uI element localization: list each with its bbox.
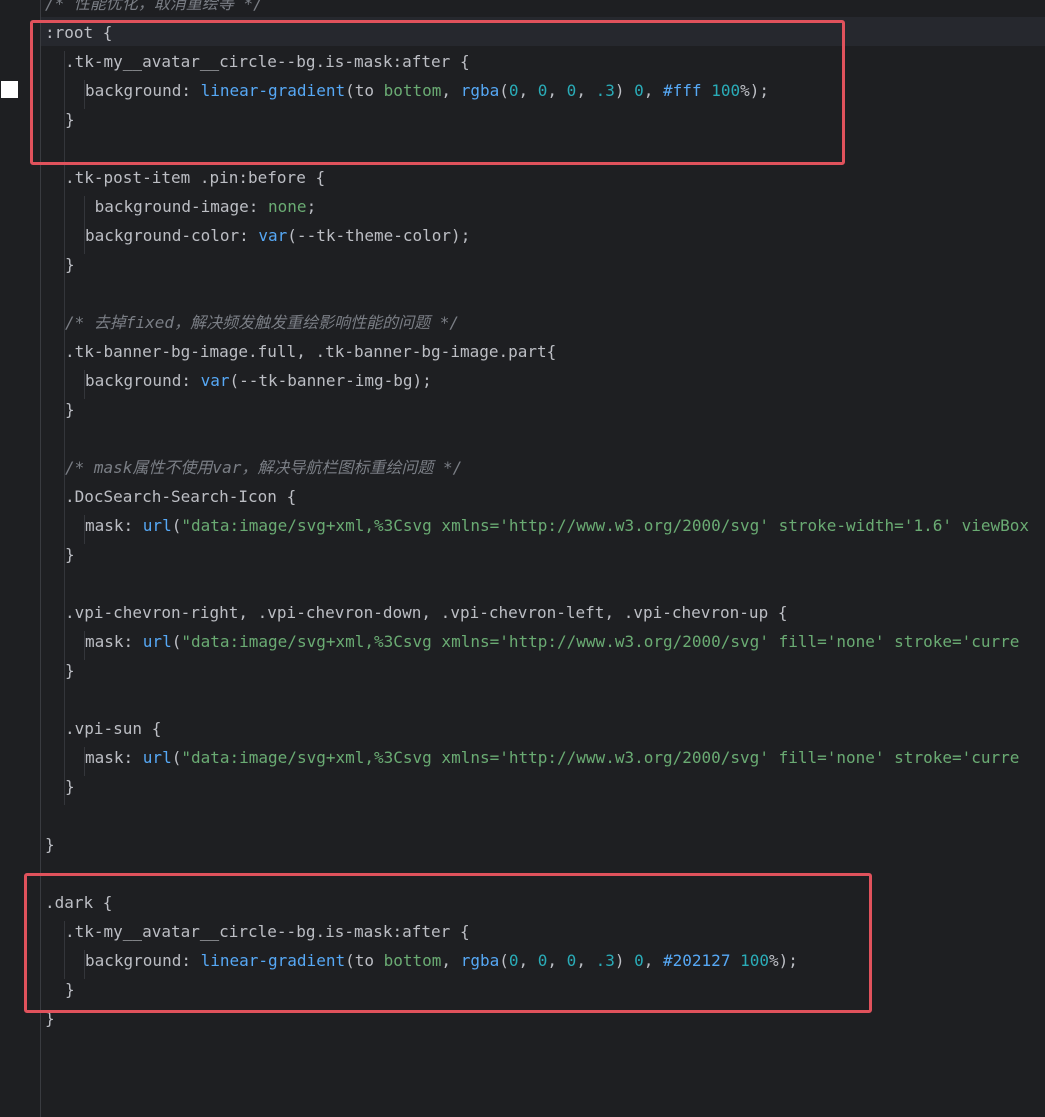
code-token: background-color: xyxy=(85,226,259,245)
code-token: { xyxy=(777,603,788,622)
code-token: .vpi-sun xyxy=(65,719,152,738)
code-token: } xyxy=(65,400,75,419)
code-token: mask: xyxy=(85,632,143,651)
code-line[interactable]: } xyxy=(65,656,75,685)
code-line[interactable]: /* 性能优化，取消重绘等 */ xyxy=(45,0,263,18)
code-token: { xyxy=(315,168,326,187)
code-line[interactable]: /* 去掉fixed，解决频发触发重绘影响性能的问题 */ xyxy=(65,308,459,337)
code-line[interactable]: mask: url("data:image/svg+xml,%3Csvg xml… xyxy=(85,511,1029,540)
highlight-box-dark xyxy=(24,873,872,1013)
code-token: url xyxy=(142,516,172,535)
code-token: var xyxy=(258,226,288,245)
code-token: ( xyxy=(171,516,182,535)
code-line[interactable]: background: var(--tk-banner-img-bg); xyxy=(85,366,432,395)
code-token: } xyxy=(65,255,75,274)
code-line[interactable]: } xyxy=(65,772,75,801)
code-token: var xyxy=(200,371,230,390)
code-token: url xyxy=(142,748,172,767)
code-line[interactable]: mask: url("data:image/svg+xml,%3Csvg xml… xyxy=(85,743,1019,772)
code-token: url xyxy=(142,632,172,651)
code-token: .tk-post-item .pin:before xyxy=(65,168,316,187)
code-line[interactable]: .tk-post-item .pin:before { xyxy=(65,163,325,192)
breakpoint-marker[interactable] xyxy=(1,81,18,98)
code-token: } xyxy=(45,835,55,854)
code-token: .vpi-chevron-right, .vpi-chevron-down, .… xyxy=(65,603,778,622)
code-token: mask: xyxy=(85,748,143,767)
code-token: /* 去掉fixed，解决频发触发重绘影响性能的问题 */ xyxy=(65,313,459,332)
code-line[interactable]: background-image: none; xyxy=(85,192,317,221)
code-line[interactable]: } xyxy=(45,830,55,859)
code-line[interactable]: /* mask属性不使用var，解决导航栏图标重绘问题 */ xyxy=(65,453,462,482)
code-line[interactable]: } xyxy=(65,250,75,279)
code-line[interactable]: .tk-banner-bg-image.full, .tk-banner-bg-… xyxy=(65,337,556,366)
code-token: { xyxy=(151,719,162,738)
code-token: (--tk-banner-img-bg); xyxy=(229,371,432,390)
code-token: ( xyxy=(171,632,182,651)
code-token: } xyxy=(65,545,75,564)
code-line[interactable]: .vpi-sun { xyxy=(65,714,161,743)
code-line[interactable]: } xyxy=(65,540,75,569)
code-token: "data:image/svg+xml,%3Csvg xmlns='http:/… xyxy=(181,632,1020,651)
code-token: "data:image/svg+xml,%3Csvg xmlns='http:/… xyxy=(181,748,1020,767)
code-token: .DocSearch-Search-Icon xyxy=(65,487,287,506)
code-token: .tk-banner-bg-image.full, .tk-banner-bg-… xyxy=(65,342,547,361)
code-token: } xyxy=(65,777,75,796)
code-token: ; xyxy=(306,197,317,216)
code-line[interactable]: .DocSearch-Search-Icon { xyxy=(65,482,296,511)
code-line[interactable]: mask: url("data:image/svg+xml,%3Csvg xml… xyxy=(85,627,1019,656)
code-token: mask: xyxy=(85,516,143,535)
code-line[interactable]: background-color: var(--tk-theme-color); xyxy=(85,221,470,250)
code-token: (--tk-theme-color); xyxy=(287,226,471,245)
code-token: background-image: xyxy=(85,197,269,216)
code-token: /* mask属性不使用var，解决导航栏图标重绘问题 */ xyxy=(65,458,463,477)
code-token: none xyxy=(268,197,307,216)
code-token: ( xyxy=(171,748,182,767)
code-line[interactable]: } xyxy=(65,395,75,424)
code-token: } xyxy=(65,661,75,680)
code-token: /* 性能优化，取消重绘等 */ xyxy=(45,0,263,13)
highlight-box-root xyxy=(30,20,845,165)
code-line[interactable]: .vpi-chevron-right, .vpi-chevron-down, .… xyxy=(65,598,787,627)
code-token: background: xyxy=(85,371,201,390)
code-token: { xyxy=(546,342,557,361)
code-token: { xyxy=(286,487,297,506)
code-token: "data:image/svg+xml,%3Csvg xmlns='http:/… xyxy=(181,516,1030,535)
code-editor[interactable]: /* 性能优化，取消重绘等 */:root {.tk-my__avatar__c… xyxy=(0,0,1045,1117)
